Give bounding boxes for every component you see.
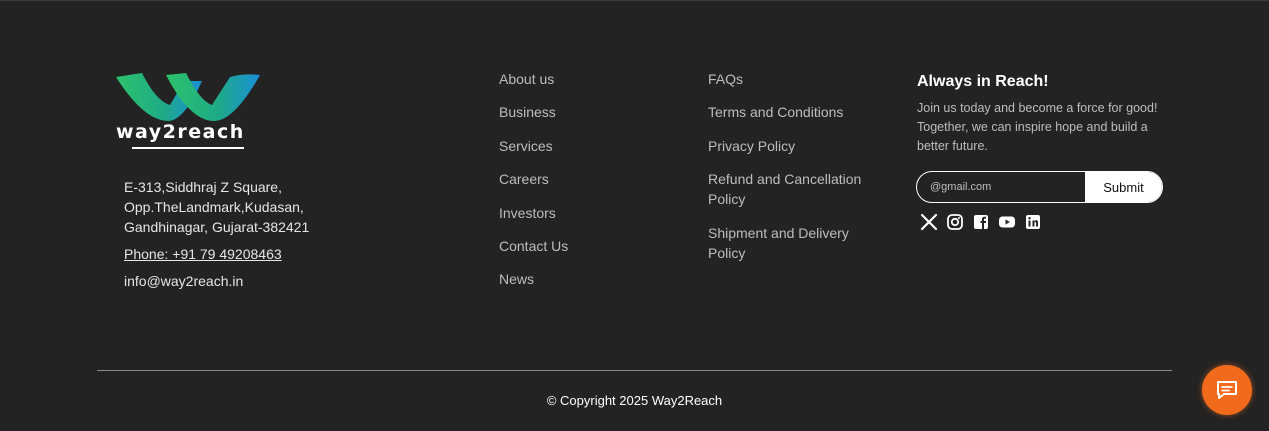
social-icons [920,213,1042,231]
youtube-icon[interactable] [998,213,1016,231]
logo-wordmark: way2reach [116,121,245,143]
facebook-icon[interactable] [972,213,990,231]
way2reach-logo[interactable]: way2reach [114,71,264,153]
newsletter-heading: Always in Reach! [917,73,1049,90]
address-line: E-313,Siddhraj Z Square, [124,179,282,195]
link-faqs[interactable]: FAQs [708,69,868,89]
footer-links-company: About us Business Services Careers Inves… [499,69,568,303]
newsletter-text: Join us today and become a force for goo… [917,101,1158,153]
link-investors[interactable]: Investors [499,203,568,223]
link-services[interactable]: Services [499,136,568,156]
link-privacy[interactable]: Privacy Policy [708,136,868,156]
link-refund-policy[interactable]: Refund and Cancellation Policy [708,169,868,209]
x-icon[interactable] [920,213,938,231]
footer-links-policies: FAQs Terms and Conditions Privacy Policy… [708,69,868,276]
linkedin-icon[interactable] [1024,213,1042,231]
newsletter-block: Always in Reach! Join us today and becom… [917,71,1167,156]
address-line: Gandhinagar, Gujarat-382421 [124,219,310,235]
chat-icon [1217,381,1237,399]
logo-mark-icon [116,73,260,121]
copyright-text: © Copyright 2025 Way2Reach [546,393,723,408]
address-line: Opp.TheLandmark,Kudasan, [124,199,304,215]
link-news[interactable]: News [499,269,568,289]
email-link[interactable]: info@way2reach.in [124,271,304,291]
link-contact-us[interactable]: Contact Us [499,236,568,256]
link-careers[interactable]: Careers [499,169,568,189]
footer-divider [97,370,1172,371]
link-shipment-policy[interactable]: Shipment and Delivery Policy [708,223,868,263]
address: E-313,Siddhraj Z Square, Opp.TheLandmark… [124,177,310,237]
link-about-us[interactable]: About us [499,69,568,89]
logo-underline [132,147,244,149]
instagram-icon[interactable] [946,213,964,231]
newsletter-form: Submit [916,171,1163,203]
email-input[interactable] [917,172,1085,202]
contact-block: E-313,Siddhraj Z Square, Opp.TheLandmark… [124,177,310,291]
link-business[interactable]: Business [499,102,568,122]
phone-link[interactable]: Phone: +91 79 49208463 [124,244,304,264]
submit-button[interactable]: Submit [1085,172,1162,202]
link-terms[interactable]: Terms and Conditions [708,102,868,122]
chat-button[interactable] [1202,365,1252,415]
